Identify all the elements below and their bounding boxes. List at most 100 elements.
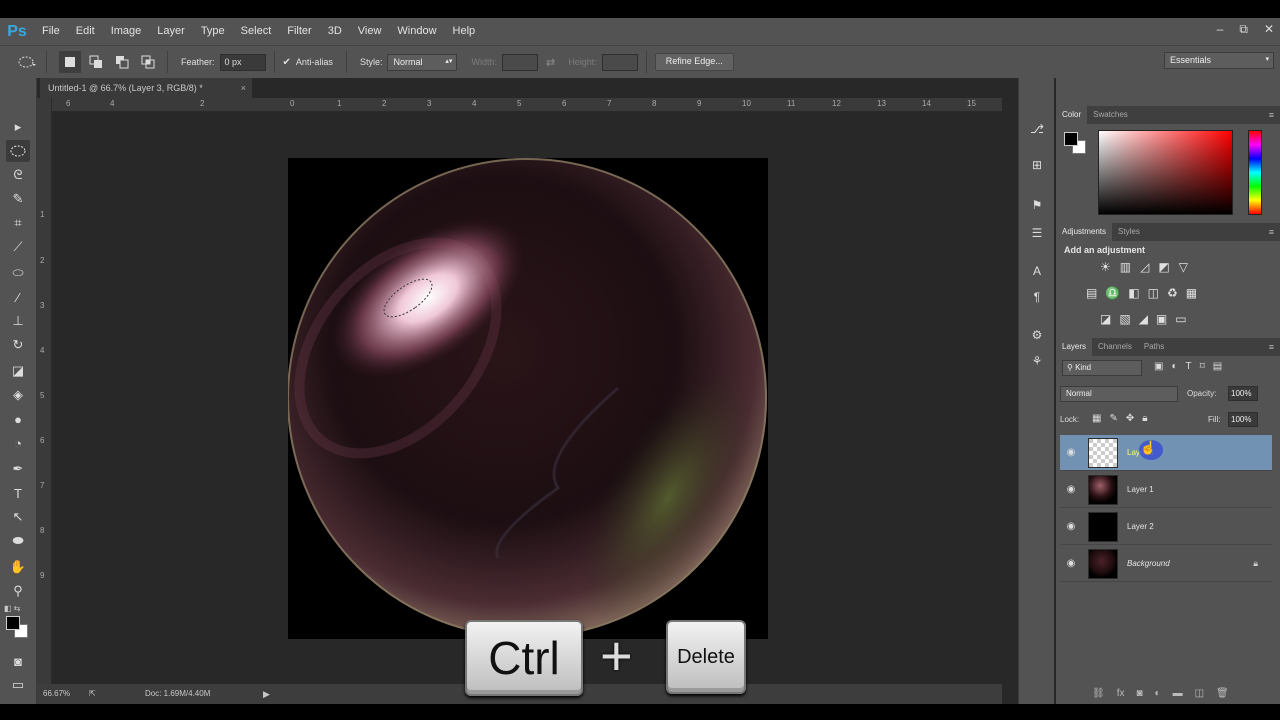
new-selection-icon[interactable] [59,51,81,73]
horizontal-ruler[interactable]: 6 4 2 0 1 2 3 4 5 6 7 8 9 10 11 12 13 14… [52,98,1002,112]
close-window-button[interactable]: ✕ [1264,22,1274,37]
elliptical-marquee-preset-icon[interactable] [16,51,38,73]
pen-tool-icon[interactable]: ✒ [6,458,30,480]
quick-selection-tool-icon[interactable]: ✎ [6,188,30,210]
quick-mask-icon[interactable]: ◙ [6,650,30,672]
photo-filter-icon[interactable]: ◫ [1148,286,1159,300]
tab-channels[interactable]: Channels [1092,338,1138,356]
menu-select[interactable]: Select [233,18,280,45]
vibrance-icon[interactable]: ▽ [1179,260,1188,274]
threshold-icon[interactable]: ◢ [1139,312,1148,326]
restore-button[interactable]: ⧉ [1239,22,1248,37]
layer-name[interactable]: Layer 2 [1127,522,1154,531]
brush-tool-icon[interactable]: ∕ [6,286,30,308]
adjustment-filter-icon[interactable]: ◐ [1171,361,1177,372]
new-group-icon[interactable]: ▬ [1173,688,1183,699]
layer-row-layer-3[interactable]: ◉ Layer 3 [1060,435,1272,471]
menu-view[interactable]: View [350,18,390,45]
export-icon[interactable]: ⇱ [89,684,96,704]
foreground-color-swatch[interactable] [6,616,20,630]
eraser-tool-icon[interactable]: ◪ [6,360,30,382]
clone-stamp-tool-icon[interactable]: ⊥ [6,310,30,332]
screen-mode-icon[interactable]: ▭ [6,674,30,696]
posterize-icon[interactable]: ▧ [1119,312,1130,326]
lock-pixels-icon[interactable]: ✎ [1109,413,1117,424]
menu-3d[interactable]: 3D [320,18,350,45]
layer-style-icon[interactable]: fx [1117,688,1125,699]
panel-menu-icon[interactable]: ≡ [1269,223,1274,241]
document-canvas[interactable] [288,158,768,639]
color-fg-swatch[interactable] [1064,132,1078,146]
new-adjustment-layer-icon[interactable]: ◐ [1155,688,1161,699]
type-filter-icon[interactable]: T [1186,361,1192,372]
width-input[interactable] [501,53,538,71]
black-white-icon[interactable]: ◧ [1128,286,1139,300]
delete-layer-icon[interactable]: 🗑︎ [1216,688,1229,699]
lock-all-icon[interactable]: 🔒︎ [1142,413,1147,424]
feather-input[interactable]: 0 px [219,53,266,71]
refine-edge-button[interactable]: Refine Edge... [654,53,734,71]
menu-image[interactable]: Image [103,18,150,45]
path-selection-tool-icon[interactable]: ↖ [6,506,30,528]
layer-row-layer-2[interactable]: ◉ Layer 2 [1060,509,1272,545]
menu-file[interactable]: File [34,18,68,45]
eye-icon[interactable]: ◉ [1060,447,1082,458]
tab-layers[interactable]: Layers [1056,338,1093,356]
lock-transparent-icon[interactable]: ▦ [1092,413,1101,424]
layer-row-layer-1[interactable]: ◉ Layer 1 [1060,472,1272,508]
clone-source-icon[interactable]: ⚘ [1027,352,1047,370]
new-layer-icon[interactable]: ◫ [1195,688,1204,699]
layer-row-background[interactable]: ◉ Background 🔒︎ [1060,546,1272,582]
opacity-input[interactable]: 100% [1228,386,1258,401]
brightness-contrast-icon[interactable]: ☀ [1100,260,1111,274]
levels-icon[interactable]: ▥ [1120,260,1131,274]
dodge-tool-icon[interactable]: ◔ [6,432,30,454]
tab-swatches[interactable]: Swatches [1087,106,1134,124]
tab-adjustments[interactable]: Adjustments [1056,223,1113,241]
vertical-ruler[interactable]: 1 2 3 4 5 6 7 8 9 [37,98,52,684]
spot-healing-tool-icon[interactable]: ⬭ [6,262,30,284]
link-layers-icon[interactable]: ⛓ [1092,688,1105,699]
fill-input[interactable]: 100% [1228,412,1258,427]
eyedropper-tool-icon[interactable]: ⟋ [6,236,30,258]
history-panel-icon[interactable]: ⎇ [1027,120,1047,138]
shape-filter-icon[interactable]: ⌑ [1200,361,1205,372]
paint-bucket-tool-icon[interactable]: ◈ [6,384,30,406]
curves-icon[interactable]: ◿ [1140,260,1149,274]
menu-help[interactable]: Help [445,18,484,45]
elliptical-marquee-tool-icon[interactable] [6,140,30,162]
hand-tool-icon[interactable]: ✋ [6,556,30,578]
eye-icon[interactable]: ◉ [1060,484,1082,495]
invert-icon[interactable]: ◪ [1100,312,1111,326]
lock-position-icon[interactable]: ✥ [1126,413,1134,424]
tab-styles[interactable]: Styles [1112,223,1146,241]
selective-color-icon[interactable]: ▣ [1156,312,1167,326]
subtract-from-selection-icon[interactable] [111,51,133,73]
swap-width-height-icon[interactable]: ⇄ [546,56,555,69]
menu-filter[interactable]: Filter [279,18,319,45]
smart-object-filter-icon[interactable]: ▤ [1213,361,1222,372]
brush-presets-icon[interactable]: ⚑ [1027,196,1047,214]
intersect-selection-icon[interactable] [137,51,159,73]
panel-menu-icon[interactable]: ≡ [1269,106,1274,124]
blur-tool-icon[interactable]: ● [6,408,30,430]
character-panel-icon[interactable]: A [1027,262,1047,280]
move-tool-icon[interactable]: ▸ [6,116,30,138]
blend-mode-select[interactable]: Normal [1060,386,1178,402]
paragraph-panel-icon[interactable]: ¶ [1027,288,1047,306]
tool-presets-icon[interactable]: ⚙ [1027,326,1047,344]
workspace-select[interactable]: Essentials ▾ [1164,52,1274,69]
add-mask-icon[interactable]: ◙ [1136,688,1142,699]
crop-tool-icon[interactable]: ⌗ [6,212,30,234]
tab-paths[interactable]: Paths [1138,338,1170,356]
type-tool-icon[interactable]: T [6,482,30,504]
add-to-selection-icon[interactable] [85,51,107,73]
lasso-tool-icon[interactable]: ᘓ [6,164,30,186]
ellipse-shape-tool-icon[interactable]: ⬬ [6,530,30,552]
eye-icon[interactable]: ◉ [1060,521,1082,532]
antialias-checkbox-icon[interactable]: ✔ [283,57,291,68]
pixel-filter-icon[interactable]: ▣ [1154,361,1163,372]
color-saturation-field[interactable] [1098,130,1233,215]
panel-menu-icon[interactable]: ≡ [1269,338,1274,356]
layer-filter-select[interactable]: ⚲ Kind [1062,360,1142,376]
